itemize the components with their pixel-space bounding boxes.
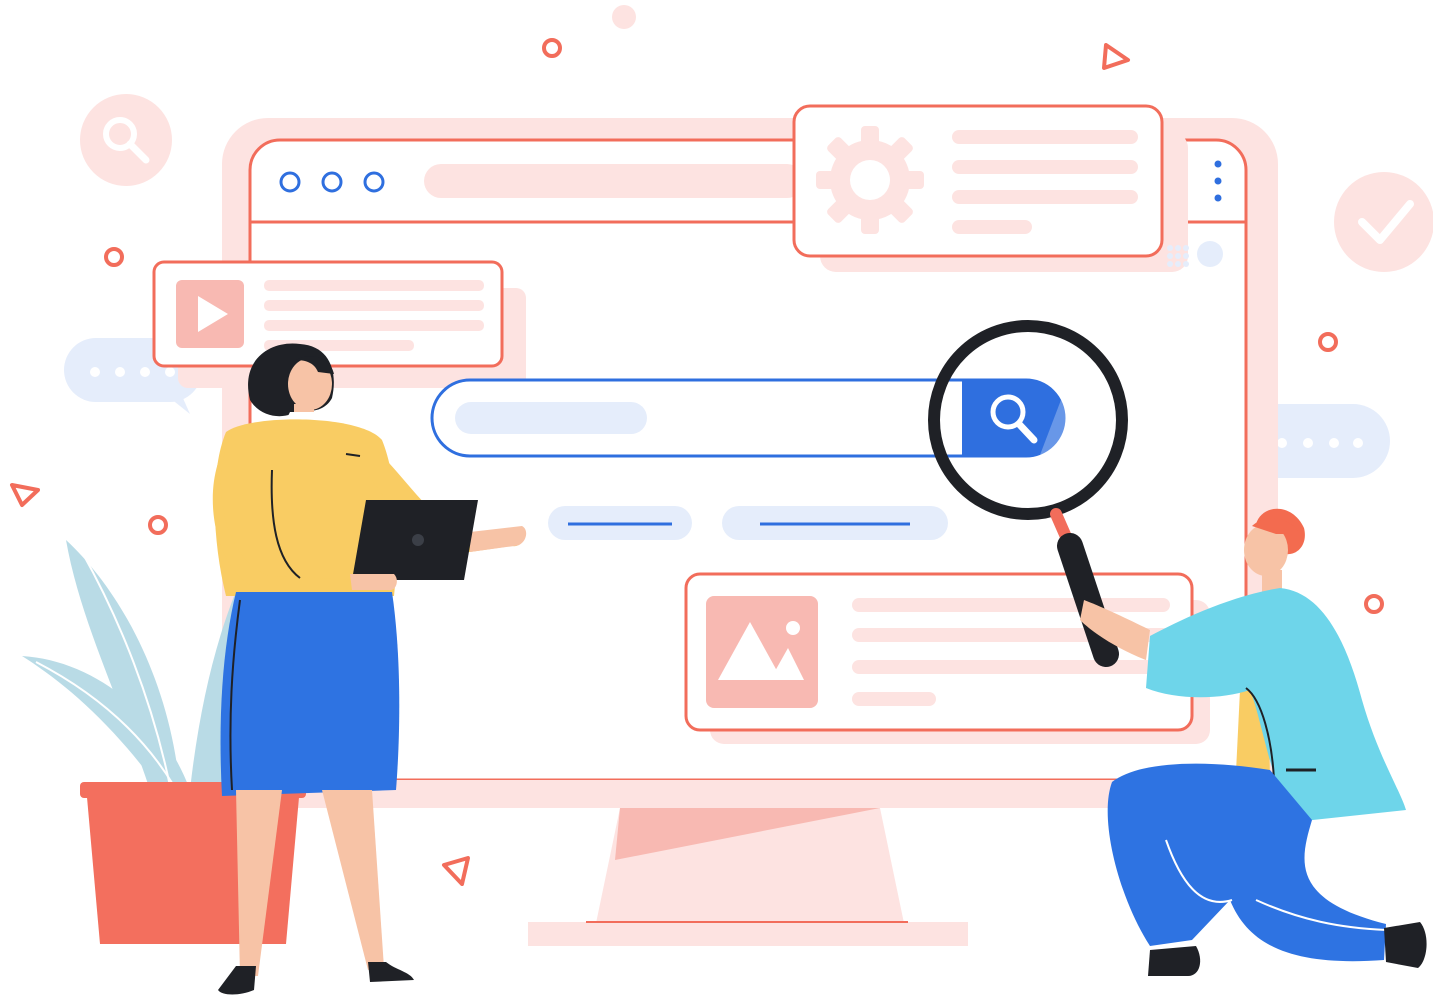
blue-skirt: [220, 592, 400, 796]
decor-triangle: [1102, 43, 1130, 70]
decor-dot: [612, 5, 636, 29]
grid-dots-decoration: [1167, 245, 1189, 267]
text-line-placeholder: [952, 130, 1138, 144]
suggestion-chips: [548, 506, 948, 540]
search-illustration: [10, 5, 1433, 995]
text-line-placeholder: [264, 300, 484, 311]
video-card: [152, 260, 526, 388]
decor-ring: [104, 247, 124, 267]
back-shoe: [1384, 922, 1427, 968]
text-line-placeholder: [852, 598, 1170, 612]
front-shoe: [1148, 946, 1201, 976]
monitor-base: [528, 922, 968, 946]
decor-ring: [1318, 332, 1338, 352]
decor-ring: [148, 515, 168, 535]
text-line-placeholder: [952, 190, 1138, 204]
decor-ring: [1364, 594, 1384, 614]
text-line-placeholder: [852, 692, 936, 706]
left-hand: [350, 574, 397, 591]
decor-triangle: [442, 856, 470, 886]
faded-search-badge: [80, 94, 172, 186]
text-line-placeholder: [852, 660, 1170, 674]
left-shoe: [218, 966, 256, 995]
search-query-placeholder: [455, 402, 647, 434]
text-line-placeholder: [952, 220, 1032, 234]
search-bar[interactable]: [430, 378, 1066, 458]
gear-icon[interactable]: [816, 126, 924, 234]
image-result-card: [684, 572, 1210, 744]
text-line-placeholder: [264, 280, 484, 291]
settings-card: [792, 104, 1223, 272]
laptop-logo: [412, 534, 424, 546]
right-leg: [322, 790, 384, 970]
decor-dot: [1197, 241, 1223, 267]
text-line-placeholder: [952, 160, 1138, 174]
text-line-placeholder: [264, 320, 484, 331]
right-shoe: [368, 962, 414, 982]
decor-triangle: [10, 483, 40, 507]
decor-ring: [542, 38, 562, 58]
faded-check-badge: [1334, 172, 1433, 272]
address-bar[interactable]: [424, 164, 804, 198]
